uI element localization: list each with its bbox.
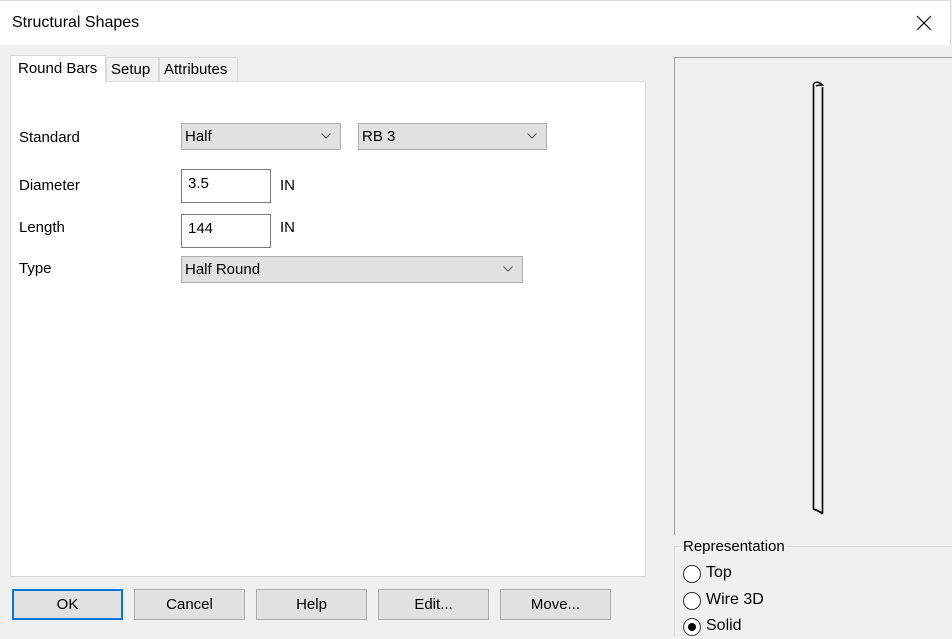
- chevron-down-icon: [527, 133, 537, 139]
- chevron-down-icon: [321, 133, 331, 139]
- size-select[interactable]: RB 3: [358, 123, 547, 150]
- shape-preview: [674, 57, 952, 535]
- radio-wire-3d-label: Wire 3D: [706, 591, 764, 608]
- title-bar: Structural Shapes: [0, 0, 951, 45]
- standard-label: Standard: [19, 129, 80, 146]
- round-bars-panel: [10, 81, 646, 577]
- ok-button[interactable]: OK: [12, 589, 123, 620]
- diameter-unit: IN: [280, 177, 295, 194]
- size-select-value: RB 3: [362, 128, 396, 145]
- standard-select[interactable]: Half: [181, 123, 341, 150]
- close-icon[interactable]: [914, 13, 934, 33]
- standard-select-value: Half: [185, 128, 212, 145]
- length-unit: IN: [280, 219, 295, 236]
- radio-circle: [683, 565, 701, 583]
- radio-circle: [683, 592, 701, 610]
- type-select-value: Half Round: [185, 261, 261, 278]
- help-button[interactable]: Help: [256, 589, 367, 620]
- length-label: Length: [19, 219, 65, 236]
- edit-button[interactable]: Edit...: [378, 589, 489, 620]
- radio-selected-dot: [688, 623, 696, 631]
- round-bar-drawing: [812, 81, 825, 515]
- type-select[interactable]: Half Round: [181, 256, 523, 283]
- length-input[interactable]: 144: [181, 214, 271, 248]
- radio-circle: [683, 618, 701, 636]
- window-title: Structural Shapes: [12, 14, 140, 31]
- diameter-input[interactable]: 3.5: [181, 169, 271, 203]
- diameter-label: Diameter: [19, 177, 80, 194]
- radio-top-label: Top: [706, 564, 732, 581]
- radio-solid-label: Solid: [706, 617, 742, 634]
- tab-attributes[interactable]: Attributes: [159, 57, 238, 81]
- chevron-down-icon: [503, 266, 513, 272]
- cancel-button[interactable]: Cancel: [134, 589, 245, 620]
- move-button[interactable]: Move...: [500, 589, 611, 620]
- representation-legend: Representation: [682, 538, 787, 555]
- type-label: Type: [19, 260, 52, 277]
- tab-round-bars[interactable]: Round Bars: [10, 55, 106, 82]
- tab-setup[interactable]: Setup: [106, 57, 159, 81]
